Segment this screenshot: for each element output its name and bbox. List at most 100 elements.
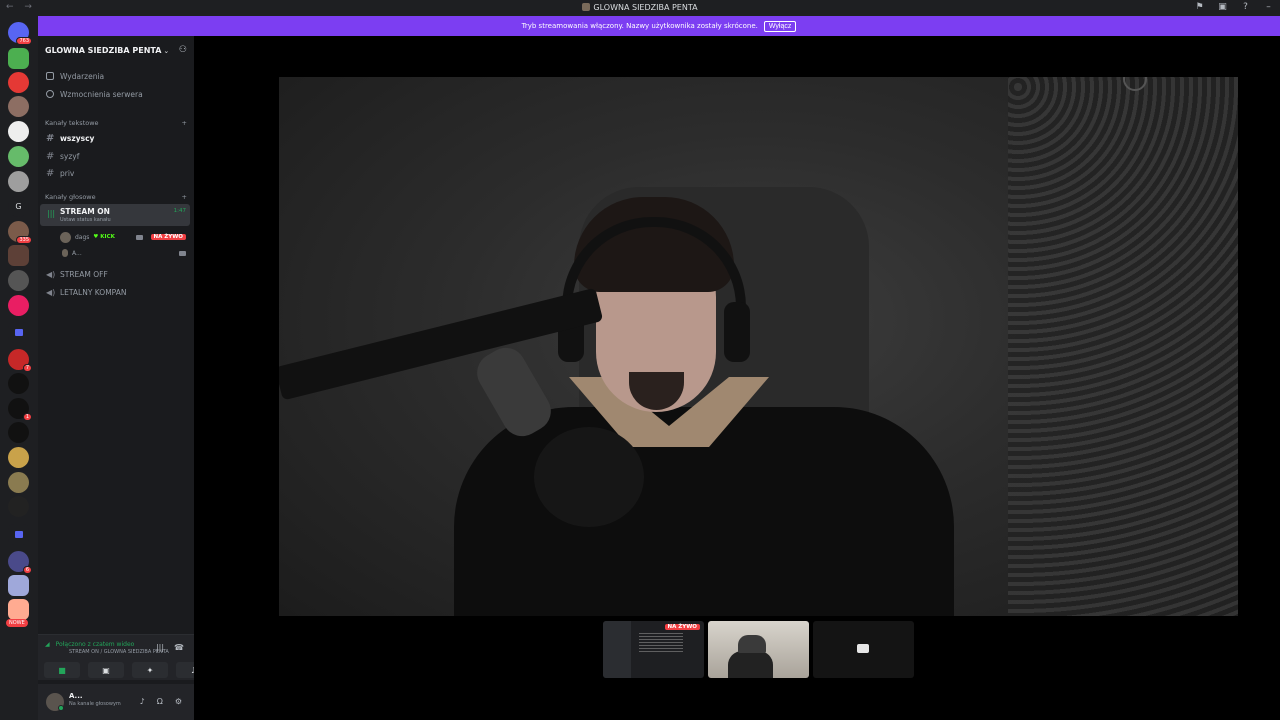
server-icon[interactable] [8,171,29,192]
streamer-mode-banner: Tryb streamowania włączony. Nazwy użytko… [38,16,1280,36]
signal-icon: ◢ [45,641,50,648]
live-badge: NA ŻYWO [150,234,186,240]
menu-item-label: Wzmocnienia serwera [60,89,143,99]
camera-icon [179,250,186,256]
server-icon[interactable]: 6 [8,551,32,574]
connection-status[interactable]: ◢ Połączono z czatem wideo [45,641,134,648]
voice-user[interactable]: A... [60,246,186,260]
folder-icon[interactable] [8,524,29,545]
main-video-feed[interactable] [279,77,1238,616]
mic-boom-arm [279,287,604,401]
title-bar: ← → GLOWNA SIEDZIBA PENTA ⚑ ▣ ? – [0,0,1280,16]
server-icon[interactable]: G [8,196,29,217]
channel-sidebar: GLOWNA SIEDZIBA PENTA ⌄ ⚇ Wydarzenia Wzmo… [38,36,212,720]
screen-share-button[interactable]: ▣ [88,662,124,678]
thumbnail-person-head [738,635,766,653]
server-icon[interactable] [8,121,29,142]
server-icon[interactable] [8,72,29,93]
window-title: GLOWNA SIEDZIBA PENTA [0,3,1280,12]
voice-user-name: dags [75,233,90,241]
activities-button[interactable]: ✦ [132,662,168,678]
camera-thumbnail[interactable] [813,621,914,678]
server-icon[interactable] [8,575,29,596]
server-icon[interactable]: 7 [8,349,32,372]
voice-channel-timer: 1:47 [173,208,186,214]
participant-thumbnails: NA ŻYWO [603,621,914,678]
server-icon[interactable] [8,270,29,291]
voice-channel-stream-on[interactable]: ||| STREAM ON Ustaw status kanału 1:47 [40,204,190,226]
help-icon[interactable]: ? [1240,2,1251,13]
menu-item-boosts[interactable]: Wzmocnienia serwera [46,87,143,101]
screen-icon[interactable]: ▣ [1217,2,1228,13]
microphone [534,427,644,527]
thumbnail-person [728,651,773,678]
server-header[interactable]: GLOWNA SIEDZIBA PENTA ⌄ ⚇ [45,43,187,57]
server-icon[interactable] [8,447,29,468]
plus-icon[interactable]: + [182,193,187,201]
calendar-icon [46,72,54,80]
server-icon[interactable]: 1 [8,398,32,421]
stream-thumbnail[interactable]: NA ŻYWO [603,621,704,678]
voice-channel-status[interactable]: Ustaw status kanału [60,217,111,223]
server-icon[interactable] [8,496,29,517]
thumbnail-sidebar [603,621,631,678]
notification-badge: 763 [16,37,32,45]
server-icon[interactable] [8,422,29,443]
server-letter: G [15,202,22,211]
voice-channel-letalny-kompan[interactable]: ◀) LETALNY KOMPAN [46,285,126,299]
category-voice-channels[interactable]: Kanały głosowe + [45,193,187,201]
plus-icon[interactable]: + [182,119,187,127]
connection-location[interactable]: STREAM ON / GLOWNA SIEDZIBA PENTA [69,649,169,655]
server-icon[interactable] [8,48,29,69]
settings-icon[interactable]: ⚙ [175,697,182,706]
voice-user[interactable]: dags ♥ KICK NA ŻYWO [60,230,186,244]
server-icon[interactable] [8,245,29,266]
boost-icon [46,90,54,98]
camera-icon [857,644,869,653]
noise-suppression-icon[interactable]: ||| [156,643,164,652]
server-icon[interactable] [8,599,29,620]
channel-syzyf[interactable]: # syzyf [46,149,79,163]
menu-item-label: Wydarzenia [60,71,105,81]
add-member-icon[interactable]: ⚇ [179,45,187,55]
camera-button[interactable]: ■ [44,662,80,678]
channel-wszyscy[interactable]: # wszyscy [46,131,94,145]
home-icon[interactable]: 763 [8,22,32,45]
voice-channel-stream-off[interactable]: ◀) STREAM OFF [46,267,108,281]
server-icon[interactable] [8,96,29,117]
server-icon[interactable]: 335 [8,221,32,244]
headphones-icon[interactable]: Ω [157,697,163,706]
server-icon[interactable] [8,295,29,316]
category-text-channels[interactable]: Kanały tekstowe + [45,119,187,127]
disconnect-icon[interactable]: ☎ [174,643,184,652]
server-icon[interactable] [8,373,29,394]
speaker-icon: ◀) [46,269,56,279]
channel-label: priv [60,168,75,178]
inbox-icon[interactable]: ⚑ [1194,2,1205,13]
headset-earcup [724,302,750,362]
disable-streamer-mode-button[interactable]: Wyłącz [763,20,797,32]
acoustic-foam [1008,77,1238,616]
menu-item-events[interactable]: Wydarzenia [46,69,104,83]
microphone-icon[interactable]: ♪ [140,697,145,706]
minimize-icon[interactable]: – [1263,2,1274,13]
notification-badge: 1 [22,413,32,421]
user-name[interactable]: A... [69,692,83,700]
banner-message: Tryb streamowania włączony. Nazwy użytko… [521,22,758,30]
folder-icon[interactable] [8,322,29,343]
server-icon[interactable] [8,146,29,167]
thumbnail-content [639,633,683,653]
hash-icon: # [46,167,55,179]
camera-thumbnail[interactable] [708,621,809,678]
voice-activity-icon: ||| [47,209,56,218]
live-badge: NA ŻYWO [664,624,700,630]
camera-icon [135,234,143,240]
channel-label: syzyf [60,151,80,161]
new-unreads-pill[interactable]: NOWE [6,619,28,627]
channel-priv[interactable]: # priv [46,166,74,180]
window-title-text: GLOWNA SIEDZIBA PENTA [593,3,698,12]
voice-channel-label: STREAM ON [60,207,110,216]
connection-status-text: Połączono z czatem wideo [55,641,135,648]
server-icon[interactable] [8,472,29,493]
avatar [62,249,68,257]
